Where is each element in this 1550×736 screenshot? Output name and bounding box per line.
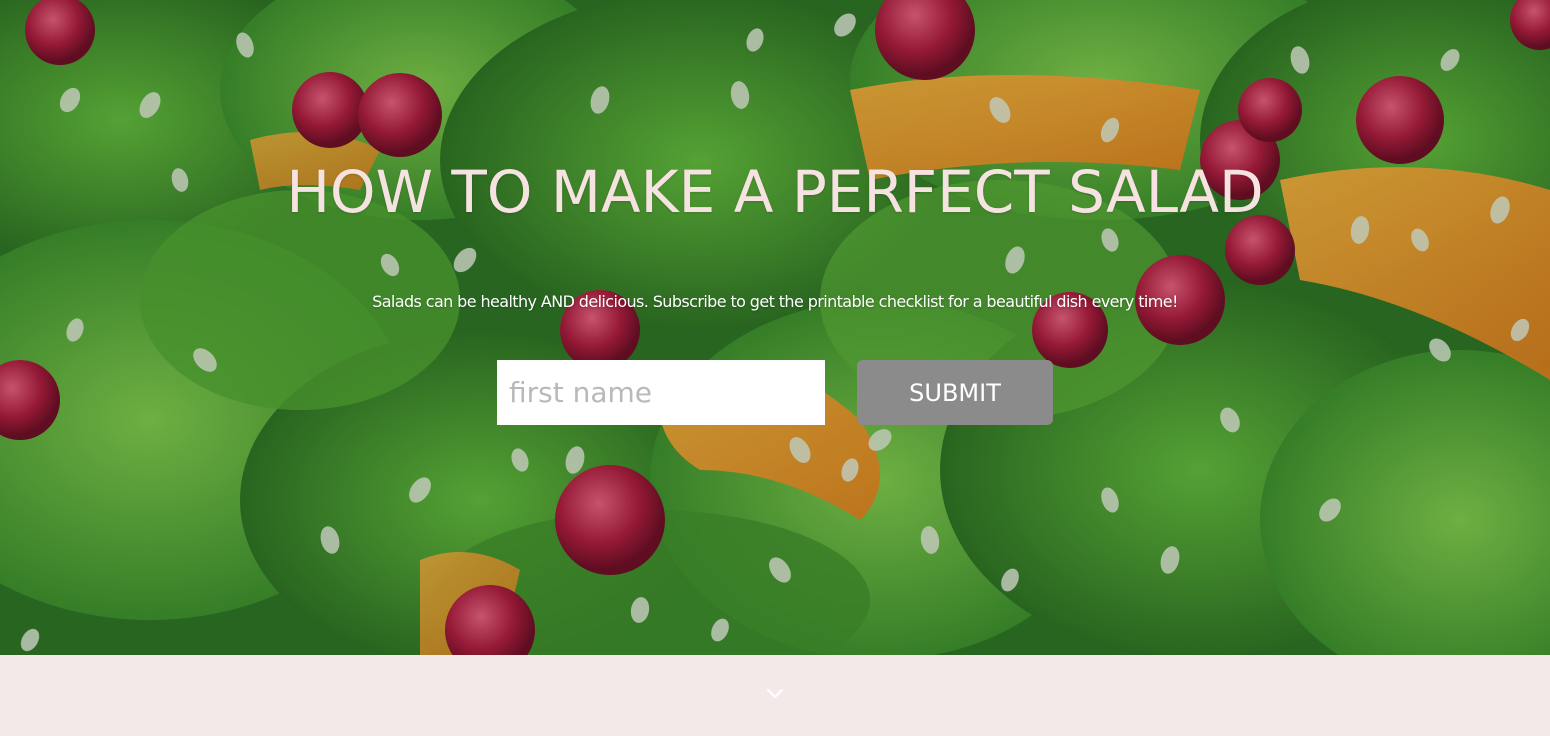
chevron-down-icon[interactable] [766, 684, 784, 702]
first-name-input[interactable] [497, 360, 825, 425]
hero-section: HOW TO MAKE A PERFECT SALAD Salads can b… [0, 0, 1550, 655]
page-subtitle: Salads can be healthy AND delicious. Sub… [372, 292, 1178, 311]
submit-button[interactable]: SUBMIT [857, 360, 1053, 425]
hero-overlay [0, 0, 1550, 655]
page-title: HOW TO MAKE A PERFECT SALAD [286, 158, 1264, 226]
